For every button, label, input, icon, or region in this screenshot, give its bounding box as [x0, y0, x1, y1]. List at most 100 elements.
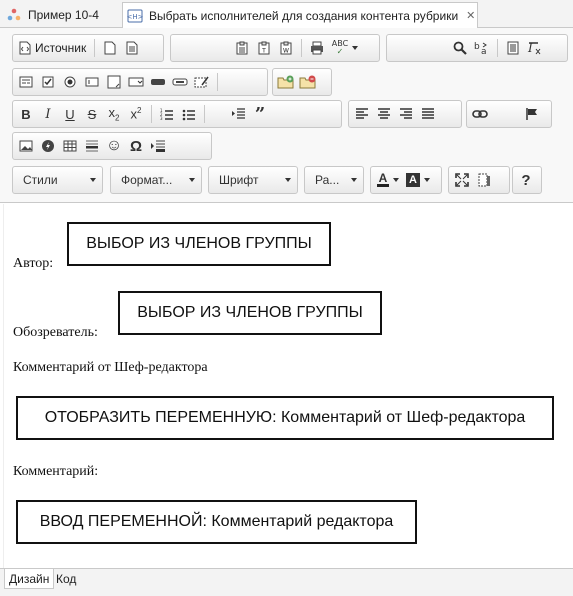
align-left-button[interactable] — [351, 103, 373, 125]
subscript-button[interactable]: x2 — [103, 103, 125, 125]
strike-button[interactable]: S — [81, 103, 103, 125]
chevron-down-icon — [351, 178, 357, 182]
styles-label: Стили — [23, 173, 58, 187]
tab-code[interactable]: Код — [52, 569, 80, 589]
remove-mailing-field-button[interactable] — [297, 71, 319, 93]
justify-button[interactable] — [417, 103, 439, 125]
svg-text:b: b — [474, 42, 480, 52]
comment-input-field[interactable]: ВВОД ПЕРЕМЕННОЙ: Комментарий редактора — [16, 500, 417, 544]
show-blocks-icon — [477, 173, 491, 187]
document-group: Источник — [12, 34, 164, 62]
styles-dropdown[interactable]: Стили — [12, 166, 103, 194]
text-color-button[interactable]: A — [373, 169, 403, 191]
page-break-button[interactable] — [147, 135, 169, 157]
chevron-down-icon — [90, 178, 96, 182]
select-field-button[interactable] — [125, 71, 147, 93]
insert-mailing-field-button[interactable] — [275, 71, 297, 93]
checkbox-icon — [42, 76, 54, 88]
author-select-field[interactable]: ВЫБОР ИЗ ЧЛЕНОВ ГРУППЫ — [67, 222, 331, 266]
textarea-button[interactable] — [103, 71, 125, 93]
chevron-down-icon — [393, 178, 399, 182]
find-button[interactable] — [449, 37, 471, 59]
close-icon[interactable]: ✕ — [466, 9, 475, 22]
button-field-icon — [150, 77, 166, 87]
comment-label: Комментарий: — [13, 464, 99, 479]
flash-button[interactable] — [37, 135, 59, 157]
bold-button[interactable]: B — [15, 103, 37, 125]
new-page-button[interactable] — [99, 37, 121, 59]
horizontal-rule-button[interactable] — [81, 135, 103, 157]
align-center-button[interactable] — [373, 103, 395, 125]
tab-design[interactable]: Дизайн — [4, 569, 55, 589]
separator — [151, 105, 152, 123]
select-all-button[interactable] — [502, 37, 524, 59]
size-label: Ра... — [315, 173, 340, 187]
svg-text:3: 3 — [160, 116, 163, 121]
align-right-button[interactable] — [395, 103, 417, 125]
table-icon — [63, 140, 77, 152]
remove-format-button[interactable]: I — [524, 37, 546, 59]
editor-content-area[interactable]: Автор: ВЫБОР ИЗ ЧЛЕНОВ ГРУППЫ Обозревате… — [4, 204, 573, 568]
paste-text-button[interactable]: T — [253, 37, 275, 59]
underline-button[interactable]: U — [59, 103, 81, 125]
format-label: Формат... — [121, 173, 173, 187]
chief-comment-label: Комментарий от Шеф-редактора — [13, 360, 208, 375]
reviewer-select-field[interactable]: ВЫБОР ИЗ ЧЛЕНОВ ГРУППЫ — [118, 291, 382, 335]
tab-example-10-4[interactable]: Пример 10-4 — [0, 2, 120, 28]
text-field-button[interactable] — [81, 71, 103, 93]
source-button[interactable]: Источник — [15, 37, 90, 59]
italic-icon: I — [45, 106, 51, 122]
mailing-group — [272, 68, 332, 96]
link-button[interactable] — [469, 103, 491, 125]
cut-button[interactable] — [231, 37, 253, 59]
spellcheck-button[interactable]: ABC ✓ — [328, 37, 362, 59]
align-group — [348, 100, 462, 128]
maximize-button[interactable] — [451, 169, 473, 191]
clipboard-icon — [235, 41, 249, 55]
hidden-field-icon — [194, 75, 210, 89]
italic-button[interactable]: I — [37, 103, 59, 125]
form-button[interactable] — [15, 71, 37, 93]
tab-select-performers[interactable]: <H> Выбрать исполнителей для создания ко… — [122, 2, 478, 28]
font-dropdown[interactable]: Шрифт — [208, 166, 298, 194]
link-icon — [472, 108, 488, 120]
image-button-field-button[interactable] — [169, 71, 191, 93]
help-button[interactable]: ? — [515, 169, 537, 191]
insert-group: ☺ Ω — [12, 132, 212, 160]
indent-button[interactable] — [227, 103, 249, 125]
smiley-button[interactable]: ☺ — [103, 135, 125, 157]
font-label: Шрифт — [219, 173, 259, 187]
checkbox-button[interactable] — [37, 71, 59, 93]
text-color-icon: A — [377, 171, 389, 187]
print-button[interactable] — [306, 37, 328, 59]
svg-text:<H>: <H> — [127, 13, 143, 21]
bulleted-list-button[interactable] — [178, 103, 200, 125]
blockquote-button[interactable]: ” — [249, 103, 271, 125]
background-color-button[interactable]: A — [403, 169, 433, 191]
show-blocks-button[interactable] — [473, 169, 495, 191]
size-dropdown[interactable]: Ра... — [304, 166, 364, 194]
superscript-button[interactable]: x2 — [125, 103, 147, 125]
chevron-down-icon — [424, 178, 430, 182]
radio-button[interactable] — [59, 71, 81, 93]
special-char-button[interactable]: Ω — [125, 135, 147, 157]
form-icon — [19, 76, 33, 88]
source-label: Источник — [35, 41, 87, 55]
format-dropdown[interactable]: Формат... — [110, 166, 202, 194]
numbered-list-button[interactable]: 123 — [156, 103, 178, 125]
image-icon — [19, 140, 33, 152]
button-field-button[interactable] — [147, 71, 169, 93]
search-icon — [453, 41, 467, 55]
anchor-button[interactable] — [521, 103, 543, 125]
table-button[interactable] — [59, 135, 81, 157]
replace-button[interactable]: ba — [471, 37, 493, 59]
hidden-field-button[interactable] — [191, 71, 213, 93]
radio-icon — [64, 76, 76, 88]
templates-button[interactable] — [121, 37, 143, 59]
chief-comment-variable-field[interactable]: ОТОБРАЗИТЬ ПЕРЕМЕННУЮ: Комментарий от Ше… — [16, 396, 554, 440]
image-button[interactable] — [15, 135, 37, 157]
chevron-down-icon — [189, 178, 195, 182]
svg-text:T: T — [261, 48, 266, 55]
new-page-icon — [104, 41, 116, 55]
paste-word-button[interactable]: W — [275, 37, 297, 59]
